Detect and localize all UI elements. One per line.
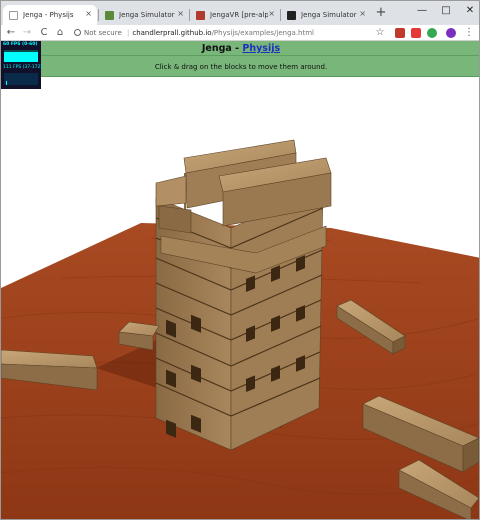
header-divider — [1, 55, 479, 56]
back-button[interactable]: ← — [5, 27, 17, 39]
maximize-button[interactable]: □ — [437, 4, 455, 18]
tower-top-blocks[interactable] — [155, 139, 332, 274]
close-icon[interactable]: × — [85, 9, 92, 18]
minimize-button[interactable]: — — [413, 4, 431, 18]
page-header: Jenga - Physijs Click & drag on the bloc… — [1, 41, 479, 77]
profile-avatar[interactable] — [446, 28, 456, 38]
tab-label: JengaVR [pre-alpha] b — [210, 11, 268, 19]
browser-window: { "browser": { "tabs": [ {"label": "Jeng… — [0, 0, 480, 520]
close-icon[interactable]: × — [268, 9, 275, 18]
new-tab-button[interactable]: + — [374, 6, 388, 20]
browser-toolbar: ← → C ⌂ Not secure | chandlerprall.github… — [1, 25, 479, 41]
info-icon[interactable] — [74, 29, 81, 36]
url-host: chandlerprall.github.io — [132, 29, 212, 37]
close-icon[interactable]: × — [177, 9, 184, 18]
site-icon — [196, 11, 205, 20]
menu-icon[interactable]: ⋮ — [463, 27, 475, 39]
title-prefix: Jenga - — [201, 43, 243, 54]
fps-graph — [4, 50, 38, 62]
page-title: Jenga - Physijs — [1, 43, 479, 54]
forward-button[interactable]: → — [21, 27, 33, 39]
home-button[interactable]: ⌂ — [54, 27, 66, 39]
tab-label: Jenga - Physijs — [23, 11, 74, 19]
address-bar[interactable]: Not secure | chandlerprall.github.io/Phys… — [74, 27, 394, 39]
site-icon — [105, 11, 114, 20]
reload-button[interactable]: C — [38, 27, 50, 39]
physijs-link[interactable]: Physijs — [242, 43, 280, 54]
page-icon — [9, 11, 18, 20]
fps-graph-bar — [4, 52, 38, 62]
tab-jenga-physijs[interactable]: Jenga - Physijs × — [3, 5, 97, 25]
extension-icon[interactable] — [411, 28, 421, 38]
security-label: Not secure — [84, 29, 122, 37]
bookmark-star-icon[interactable]: ☆ — [374, 27, 386, 39]
jenga-scene-canvas[interactable] — [1, 78, 480, 520]
close-icon[interactable]: × — [359, 9, 366, 18]
jenga-block[interactable] — [155, 175, 187, 207]
ms-readout: 111 FPS (37-172) — [3, 65, 43, 70]
tab-label: Jenga Simulator by Br — [301, 11, 359, 19]
url-path: /Physijs/examples/jenga.html — [211, 29, 315, 37]
tab-jenga-simulator-ch[interactable]: Jenga Simulator by ch × — [99, 5, 189, 25]
tab-label: Jenga Simulator by ch — [119, 11, 177, 19]
extension-icon[interactable] — [427, 28, 437, 38]
tab-jengavr[interactable]: JengaVR [pre-alpha] b × — [190, 5, 280, 25]
jenga-block[interactable] — [158, 205, 192, 234]
close-window-button[interactable]: ✕ — [461, 4, 479, 18]
site-icon — [287, 11, 296, 20]
instruction-text: Click & drag on the blocks to move them … — [154, 63, 328, 71]
tab-strip: Jenga - Physijs × Jenga Simulator by ch … — [1, 1, 479, 25]
tab-jenga-simulator-br[interactable]: Jenga Simulator by Br × — [281, 5, 371, 25]
fps-readout: 60 FPS (0-60) — [3, 42, 38, 47]
extension-icon[interactable] — [395, 28, 405, 38]
